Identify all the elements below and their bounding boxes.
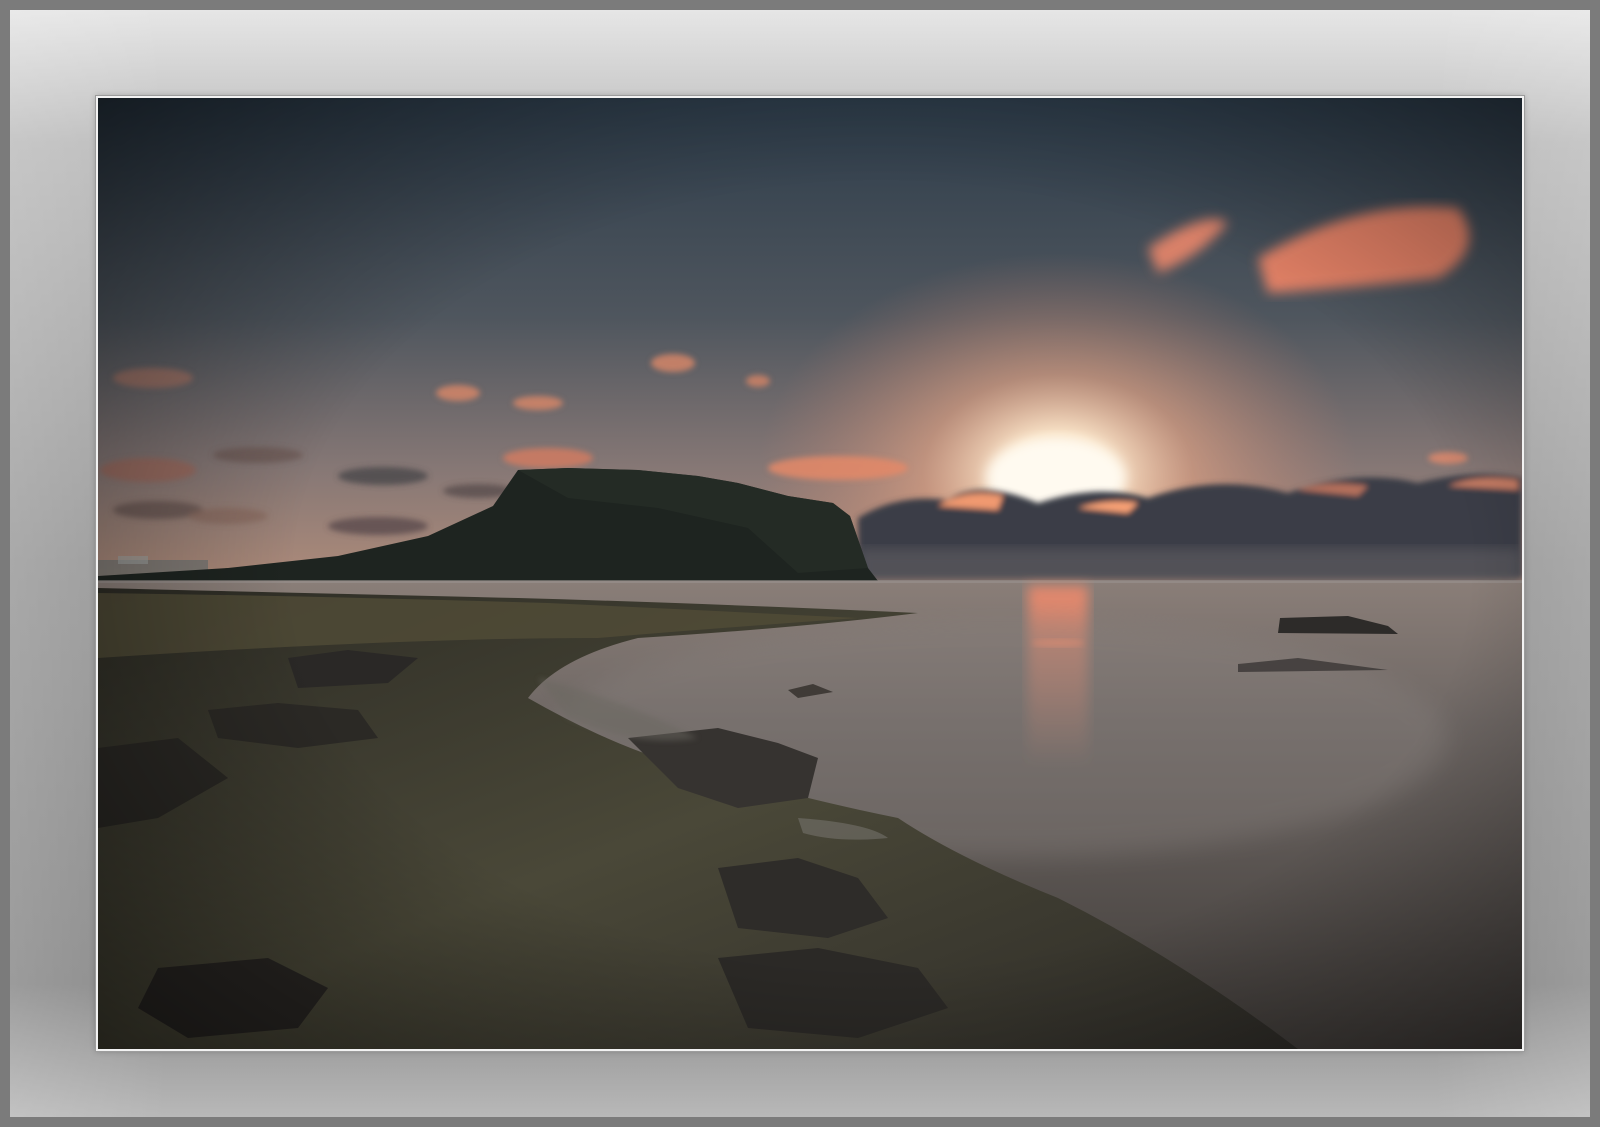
photo-mat bbox=[96, 96, 1524, 1051]
seascape-photo bbox=[98, 98, 1522, 1049]
picture-frame bbox=[0, 0, 1600, 1127]
